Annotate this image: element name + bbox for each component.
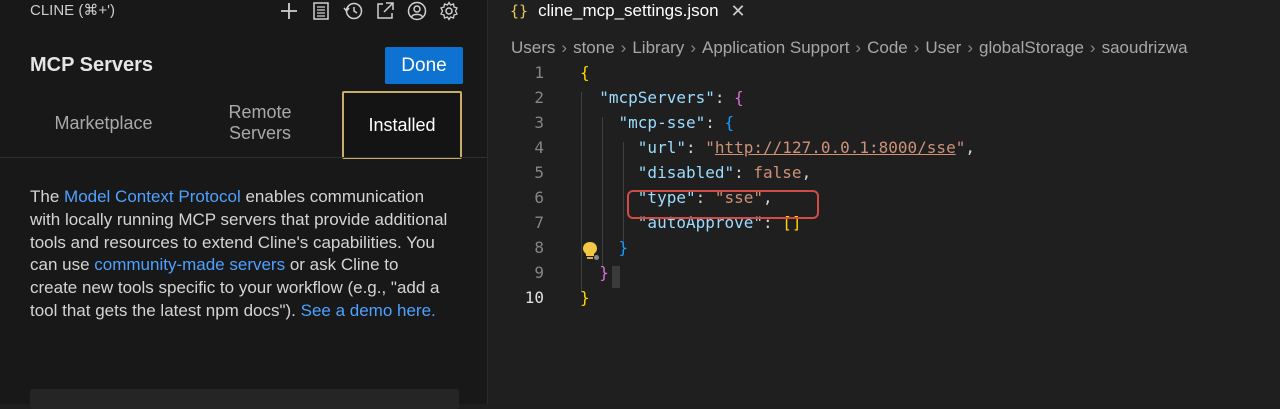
breadcrumb-item[interactable]: globalStorage (979, 38, 1084, 57)
tab-installed[interactable]: Installed (342, 91, 462, 159)
code-line: 9 } (488, 263, 1280, 288)
cline-sidebar: CLINE (⌘+') MCP Servers Done Marketplace… (0, 0, 487, 409)
code-line: 6 "type": "sse", (488, 188, 1280, 213)
tab-marketplace[interactable]: Marketplace (30, 113, 177, 134)
json-key: "disabled" (637, 163, 735, 182)
history-clock-icon[interactable] (342, 0, 364, 22)
chevron-right-icon: › (690, 38, 696, 57)
json-key: "mcp-sse" (618, 113, 706, 132)
breadcrumb-item[interactable]: User (925, 38, 961, 57)
code-line: 8 } (488, 238, 1280, 263)
json-value: false (753, 163, 802, 182)
server-list-box (30, 389, 459, 409)
see-demo-link[interactable]: See a demo here. (301, 301, 436, 320)
panel-title: CLINE (⌘+') (30, 2, 115, 19)
line-number: 8 (534, 238, 544, 257)
json-quote: " (955, 138, 966, 157)
breadcrumb: Users › stone › Library › Application Support ›… (511, 38, 1188, 58)
community-servers-link[interactable]: community-made servers (94, 255, 285, 274)
mcp-description: The Model Context Protocol enables commu… (30, 186, 450, 323)
breadcrumb-item[interactable]: Library (632, 38, 684, 57)
line-number: 4 (534, 138, 544, 157)
json-file-icon: {} (510, 2, 529, 20)
breadcrumb-item[interactable]: Code (867, 38, 908, 57)
account-icon[interactable] (406, 0, 428, 22)
line-number: 6 (534, 188, 544, 207)
chevron-right-icon: › (913, 38, 920, 57)
plus-icon[interactable] (278, 0, 300, 22)
header-icons (278, 0, 460, 22)
close-icon[interactable]: ✕ (731, 1, 746, 22)
line-number: 7 (534, 213, 544, 232)
editor-tab[interactable]: {} cline_mcp_settings.json ✕ (488, 0, 770, 22)
breadcrumb-item[interactable]: stone (573, 38, 615, 57)
code-line: 10} (488, 288, 1280, 313)
code-line: 7 "autoApprove": [] (488, 213, 1280, 238)
chevron-right-icon: › (620, 38, 627, 57)
url-link[interactable]: http://127.0.0.1:8000/sse (715, 138, 956, 157)
code-line: 5 "disabled": false, (488, 163, 1280, 188)
code-line: 1{ (488, 63, 1280, 88)
code-line: 2 "mcpServers": { (488, 88, 1280, 113)
description-text: The (30, 187, 65, 206)
editor-tab-filename: cline_mcp_settings.json (538, 1, 719, 20)
line-number: 3 (534, 113, 544, 132)
tab-divider (0, 157, 487, 158)
chevron-right-icon: › (1089, 38, 1096, 57)
lightbulb-icon[interactable] (580, 240, 600, 262)
chevron-right-icon: › (967, 38, 973, 57)
gear-icon[interactable] (438, 0, 460, 22)
breadcrumb-item[interactable]: Application Support (702, 38, 849, 57)
external-link-icon[interactable] (374, 0, 396, 22)
mcp-servers-title: MCP Servers (30, 54, 154, 76)
line-number: 9 (534, 263, 544, 282)
tab-remote-servers[interactable]: Remote Servers (200, 102, 320, 144)
chevron-right-icon: › (855, 38, 862, 57)
editor-pane: {} cline_mcp_settings.json ✕ Users › stone… (488, 0, 1280, 404)
model-context-protocol-link[interactable]: Model Context Protocol (64, 187, 241, 206)
json-quote: " (705, 138, 715, 157)
code-line: 4 "url": "http://127.0.0.1:8000/sse", (488, 138, 1280, 163)
breadcrumb-item[interactable]: saoudrizwa (1102, 38, 1188, 57)
json-key: "url" (637, 138, 686, 157)
chevron-right-icon: › (561, 38, 568, 57)
line-number: 5 (534, 163, 544, 182)
breadcrumb-item[interactable]: Users (511, 38, 555, 57)
text-cursor (612, 266, 620, 288)
done-button[interactable]: Done (385, 47, 463, 84)
line-number: 10 (524, 288, 544, 307)
code-line: 3 "mcp-sse": { (488, 113, 1280, 138)
history-list-icon[interactable] (310, 0, 332, 22)
json-key: "mcpServers" (599, 88, 715, 107)
line-number: 2 (534, 88, 544, 107)
line-number: 1 (534, 63, 544, 82)
type-line-highlight (627, 190, 819, 219)
